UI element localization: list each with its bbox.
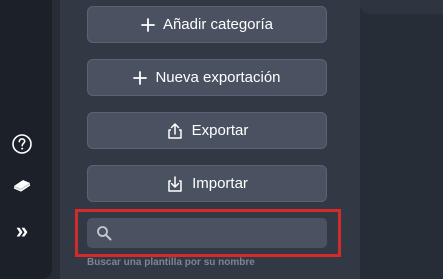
help-icon: [12, 134, 32, 154]
expand-sidebar-button[interactable]: »: [8, 217, 36, 245]
plus-icon: [133, 70, 148, 85]
export-label: Exportar: [191, 122, 249, 139]
main-area: [360, 0, 443, 279]
import-label: Importar: [192, 175, 248, 192]
help-button[interactable]: [8, 130, 36, 158]
template-search-input[interactable]: [118, 224, 322, 242]
template-search-field[interactable]: [87, 218, 327, 248]
new-export-label: Nueva exportación: [155, 69, 281, 86]
app-window: » Añadir categoría Nueva exportación Exp…: [0, 0, 443, 279]
search-icon: [97, 226, 112, 241]
main-area-header: [360, 0, 443, 14]
export-icon: [167, 122, 182, 139]
import-button[interactable]: Importar: [87, 165, 327, 202]
guide-button[interactable]: [8, 170, 36, 198]
import-icon: [168, 175, 182, 192]
book-icon: [13, 180, 31, 192]
side-panel: Añadir categoría Nueva exportación Expor…: [60, 0, 360, 279]
export-button[interactable]: Exportar: [87, 112, 327, 149]
add-category-button[interactable]: Añadir categoría: [87, 6, 327, 43]
left-sidebar: »: [0, 0, 52, 279]
search-hint: Buscar una plantilla por su nombre: [87, 257, 255, 268]
add-category-label: Añadir categoría: [162, 16, 274, 33]
expand-icon: »: [15, 218, 29, 243]
new-export-button[interactable]: Nueva exportación: [87, 59, 327, 96]
plus-icon: [141, 17, 155, 32]
